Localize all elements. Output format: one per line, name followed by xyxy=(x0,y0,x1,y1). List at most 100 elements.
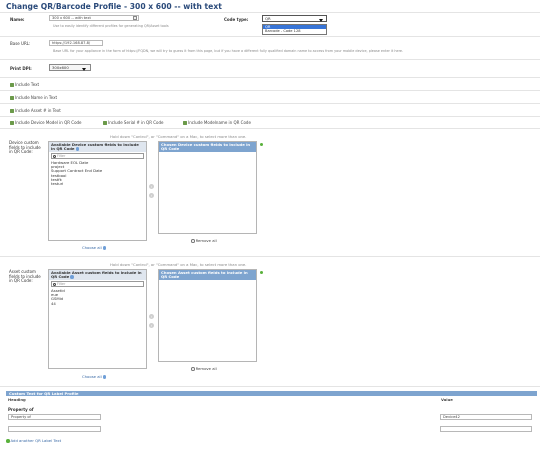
heading-input[interactable]: Property of xyxy=(8,414,101,420)
search-icon xyxy=(53,154,56,158)
divider-3 xyxy=(0,77,540,78)
right-arrow-icon[interactable]: › xyxy=(149,184,154,189)
checkbox-checked-icon xyxy=(10,120,14,125)
heading-input-empty[interactable] xyxy=(8,426,101,432)
include-modelname-checkbox[interactable]: Include Modelname in QR Code xyxy=(183,120,251,125)
divider-7 xyxy=(0,128,540,129)
device-chosen-panel[interactable]: Chosen Device custom fields to include i… xyxy=(158,141,257,234)
checkbox-checked-icon xyxy=(103,120,107,125)
green-dot-icon xyxy=(260,271,263,274)
include-name-label: Include Name in Text xyxy=(15,95,58,100)
divider-2 xyxy=(0,59,540,60)
code-type-selected: QR xyxy=(265,16,271,21)
right-arrow-icon[interactable]: › xyxy=(149,314,154,319)
info-icon[interactable] xyxy=(70,275,74,279)
device-choose-all-text: Choose all xyxy=(82,245,102,250)
list-item[interactable]: testurl xyxy=(49,181,146,186)
asset-fields-hint: Hold down "Control", or "Command" on a M… xyxy=(110,262,247,267)
value-input[interactable]: Device42 xyxy=(440,414,532,420)
divider-8 xyxy=(0,256,540,257)
include-asset-label: Include Asset # in Text xyxy=(15,108,61,113)
heading-input-value: Property of xyxy=(11,415,31,419)
include-device-model-label: Include Device Model in QR Code xyxy=(15,120,82,125)
asset-filter-placeholder: Filter xyxy=(57,282,66,287)
checkbox-checked-icon xyxy=(10,108,14,113)
asset-available-list[interactable]: Assetid eue GSMid 44 xyxy=(49,288,146,306)
code-type-dropdown: QR Barcode - Code 128 xyxy=(262,24,327,35)
device-available-list[interactable]: Hardware EOL Date project Support Contra… xyxy=(49,160,146,186)
include-modelname-label: Include Modelname in QR Code xyxy=(188,120,251,125)
checkbox-checked-icon xyxy=(10,95,14,100)
include-device-model-checkbox[interactable]: Include Device Model in QR Code xyxy=(10,120,82,125)
device-available-header-text: Available Device custom fields to includ… xyxy=(51,142,139,152)
include-text-label: Include Text xyxy=(15,82,40,87)
asset-fields-label: Asset custom fields to include in QR Cod… xyxy=(9,269,41,284)
include-name-checkbox[interactable]: Include Name in Text xyxy=(10,95,57,100)
asset-available-header-text: Available Asset custom fields to include… xyxy=(51,270,142,280)
search-icon xyxy=(53,282,56,286)
device-available-panel: Available Device custom fields to includ… xyxy=(48,141,147,241)
asset-available-panel: Available Asset custom fields to include… xyxy=(48,269,147,369)
name-help: Use to easily identify different profile… xyxy=(53,24,169,28)
asset-remove-all-link[interactable]: Remove all xyxy=(191,366,217,371)
base-url-label: Base URL: xyxy=(10,41,31,46)
add-icon xyxy=(6,439,10,443)
print-dpi-label: Print DPI: xyxy=(10,66,32,71)
print-dpi-select[interactable]: 300x600 xyxy=(49,64,91,71)
include-serial-checkbox[interactable]: Include Serial # in QR Code xyxy=(103,120,164,125)
device-fields-label: Device custom fields to include in QR Co… xyxy=(9,140,41,155)
include-text-checkbox[interactable]: Include Text xyxy=(10,82,39,87)
asset-choose-all-text: Choose all xyxy=(82,374,102,379)
left-arrow-icon[interactable]: ‹ xyxy=(149,193,154,198)
divider-4 xyxy=(0,90,540,91)
print-dpi-selected: 300x600 xyxy=(52,65,69,70)
asset-filter-input[interactable]: Filter xyxy=(51,281,144,287)
title-divider xyxy=(0,12,540,13)
custom-text-row-label: Property of xyxy=(8,407,34,412)
heading-column-header: Heading xyxy=(8,397,26,402)
name-input[interactable]: 300 x 600 -- with text xyxy=(49,15,139,21)
asset-chosen-header: Chosen Asset custom fields to include in… xyxy=(159,270,256,281)
green-dot-icon xyxy=(260,143,263,146)
device-remove-all-text: Remove all xyxy=(195,238,217,243)
chevron-down-icon xyxy=(319,18,323,22)
code-type-select[interactable]: QR xyxy=(262,15,327,22)
checkbox-checked-icon xyxy=(183,120,187,125)
include-serial-label: Include Serial # in QR Code xyxy=(108,120,164,125)
code-type-label: Code type: xyxy=(224,17,249,22)
device-chosen-header: Chosen Device custom fields to include i… xyxy=(159,142,256,153)
add-qr-label-text-link[interactable]: Add another QR Label Text xyxy=(6,438,61,443)
code-type-option-barcode[interactable]: Barcode - Code 128 xyxy=(263,29,326,33)
page-title: Change QR/Barcode Profile - 300 x 600 --… xyxy=(6,2,222,11)
chevron-down-icon xyxy=(82,67,86,71)
device-remove-all-link[interactable]: Remove all xyxy=(191,238,217,243)
checkbox-checked-icon xyxy=(10,82,14,87)
divider-1 xyxy=(0,36,540,37)
device-filter-placeholder: Filter xyxy=(57,154,66,159)
base-url-help: Base URL for your appliance in the form … xyxy=(53,49,404,53)
include-asset-checkbox[interactable]: Include Asset # in Text xyxy=(10,108,61,113)
divider-6 xyxy=(0,116,540,117)
value-column-header: Value xyxy=(441,397,453,402)
remove-icon xyxy=(191,239,195,243)
custom-text-header: Custom Text for QR Label Profile xyxy=(6,391,537,396)
name-input-value: 300 x 600 -- with text xyxy=(52,16,91,20)
device-choose-all-link[interactable]: Choose all xyxy=(82,245,107,250)
base-url-value: https://192.168.87.8/ xyxy=(52,41,91,45)
divider-5 xyxy=(0,103,540,104)
info-icon[interactable] xyxy=(75,147,80,151)
value-input-empty[interactable] xyxy=(440,426,532,432)
device-filter-input[interactable]: Filter xyxy=(51,153,144,159)
asset-choose-all-link[interactable]: Choose all xyxy=(82,374,107,379)
add-qr-label-text: Add another QR Label Text xyxy=(10,438,62,443)
remove-icon xyxy=(191,367,195,371)
list-item[interactable]: 44 xyxy=(49,301,146,306)
device-available-header: Available Device custom fields to includ… xyxy=(49,142,146,153)
info-icon xyxy=(102,246,107,250)
name-field-icon[interactable] xyxy=(133,16,137,20)
base-url-input[interactable]: https://192.168.87.8/ xyxy=(49,40,103,46)
name-label: Name: xyxy=(10,17,25,22)
left-arrow-icon[interactable]: ‹ xyxy=(149,323,154,328)
asset-available-header: Available Asset custom fields to include… xyxy=(49,270,146,281)
asset-chosen-panel[interactable]: Chosen Asset custom fields to include in… xyxy=(158,269,257,362)
